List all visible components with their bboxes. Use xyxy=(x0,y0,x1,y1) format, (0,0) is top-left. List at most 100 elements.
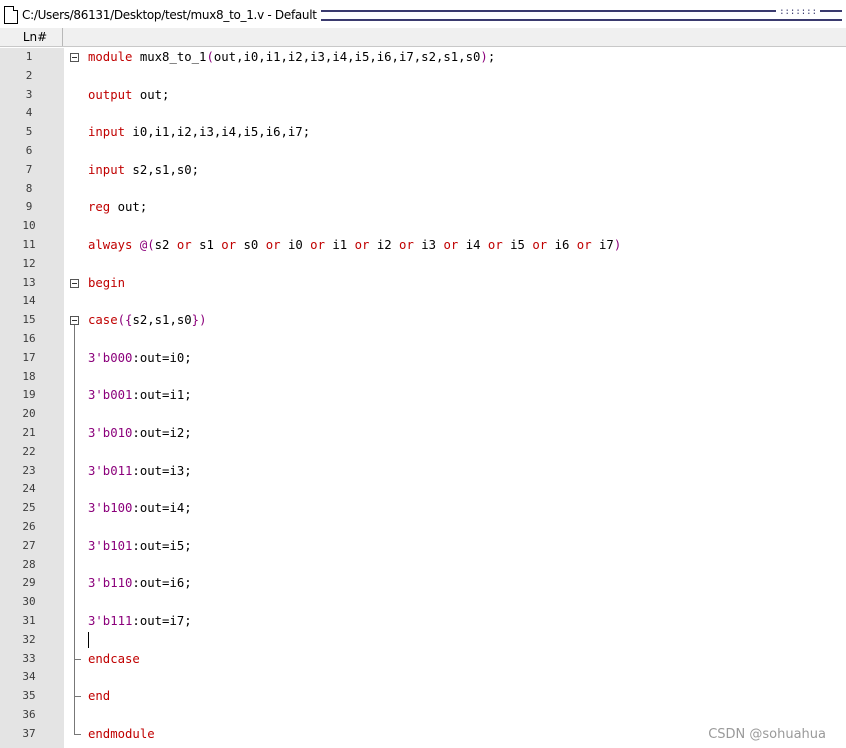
fold-end-marker xyxy=(74,733,81,735)
code-token: or xyxy=(265,238,281,252)
code-line[interactable]: 25 3'b100:out=i4; xyxy=(0,499,846,518)
code-line[interactable]: 20 xyxy=(0,405,846,424)
code-text[interactable]: output out; xyxy=(88,86,169,105)
code-line[interactable]: 30 xyxy=(0,593,846,612)
code-line[interactable]: 10 xyxy=(0,217,846,236)
code-token: i0,i1,i2,i3,i4,i5,i6,i7; xyxy=(125,125,311,140)
code-line[interactable]: 9 reg out; xyxy=(0,198,846,217)
code-token: or xyxy=(532,238,548,252)
line-number: 35 xyxy=(22,689,36,703)
code-token: input xyxy=(88,162,126,177)
code-text[interactable]: 3'b011:out=i3; xyxy=(88,462,192,481)
code-text[interactable]: endcase xyxy=(88,650,140,669)
code-token: :out=i5; xyxy=(132,538,192,553)
code-line[interactable]: 35 end xyxy=(0,687,846,706)
code-token: ; xyxy=(487,50,496,64)
line-number: 37 xyxy=(22,726,36,740)
code-line[interactable]: 6 xyxy=(0,142,846,161)
code-text[interactable]: end xyxy=(88,687,110,706)
code-text[interactable]: module mux8_to_1(out,i0,i1,i2,i3,i4,i5,i… xyxy=(88,48,495,67)
line-number: 32 xyxy=(22,632,36,646)
code-line[interactable]: 12 xyxy=(0,255,846,274)
line-number: 29 xyxy=(22,576,36,590)
code-line[interactable]: 1 module mux8_to_1(out,i0,i1,i2,i3,i4,i5,… xyxy=(0,48,846,67)
code-token: s1 xyxy=(191,238,222,252)
code-text[interactable]: case({s2,s1,s0}) xyxy=(88,311,206,330)
line-number: 16 xyxy=(22,332,36,345)
code-line[interactable]: 2 xyxy=(0,67,846,86)
code-line[interactable]: 8 xyxy=(0,180,846,199)
code-line[interactable]: 17 3'b000:out=i0; xyxy=(0,349,846,368)
fold-toggle-icon[interactable] xyxy=(70,53,79,62)
code-line[interactable]: 11 always @(s2 or s1 or s0 or i0 or i1 or… xyxy=(0,236,846,255)
code-line[interactable]: 32 xyxy=(0,631,846,650)
code-line[interactable]: 7 input s2,s1,s0; xyxy=(0,161,846,180)
code-line[interactable]: 31 3'b111:out=i7; xyxy=(0,612,846,631)
code-line[interactable]: 19 3'b001:out=i1; xyxy=(0,386,846,405)
line-number: 36 xyxy=(22,708,36,721)
code-text[interactable]: 3'b101:out=i5; xyxy=(88,537,192,556)
code-line[interactable]: 26 xyxy=(0,518,846,537)
code-token: or xyxy=(487,238,503,252)
code-line[interactable]: 22 xyxy=(0,443,846,462)
code-text[interactable]: 3'b110:out=i6; xyxy=(88,574,192,593)
document-icon xyxy=(4,6,18,24)
code-token: ({ xyxy=(117,313,133,328)
code-token: s2 xyxy=(154,238,177,252)
code-line[interactable]: 21 3'b010:out=i2; xyxy=(0,424,846,443)
code-line[interactable]: 34 xyxy=(0,668,846,687)
code-token: out,i0,i1,i2,i3,i4,i5,i6,i7,s2,s1,s0 xyxy=(213,50,481,64)
window-grip[interactable]: ::::::: xyxy=(776,6,820,18)
code-text[interactable]: reg out; xyxy=(88,198,147,217)
code-text[interactable]: 3'b010:out=i2; xyxy=(88,424,192,443)
line-number: 17 xyxy=(22,350,36,364)
code-token: or xyxy=(399,238,414,252)
code-line[interactable]: 28 xyxy=(0,556,846,575)
code-line[interactable]: 36 xyxy=(0,706,846,725)
code-text[interactable]: 3'b000:out=i0; xyxy=(88,349,192,368)
code-text[interactable]: always @(s2 or s1 or s0 or i0 or i1 or i… xyxy=(88,236,621,255)
code-line[interactable]: 23 3'b011:out=i3; xyxy=(0,462,846,481)
code-token: or xyxy=(221,238,237,252)
code-line[interactable]: 13 begin xyxy=(0,274,846,293)
code-text[interactable]: endmodule xyxy=(88,725,155,744)
code-token: output xyxy=(88,87,133,102)
line-number: 13 xyxy=(22,275,36,289)
code-line[interactable]: 24 xyxy=(0,480,846,499)
code-line[interactable]: 33 endcase xyxy=(0,650,846,669)
code-token: endmodule xyxy=(88,726,155,741)
watermark: CSDN @sohuahua xyxy=(708,727,826,742)
code-line[interactable]: 27 3'b101:out=i5; xyxy=(0,537,846,556)
code-line[interactable]: 15 case({s2,s1,s0}) xyxy=(0,311,846,330)
code-line[interactable]: 3 output out; xyxy=(0,86,846,105)
line-number: 33 xyxy=(22,651,36,665)
code-token: or xyxy=(310,238,325,252)
code-token: or xyxy=(176,238,192,252)
code-token: module xyxy=(88,50,133,64)
code-line[interactable]: 29 3'b110:out=i6; xyxy=(0,574,846,593)
code-text[interactable]: input s2,s1,s0; xyxy=(88,161,199,180)
column-header: Ln# xyxy=(0,28,846,47)
code-line[interactable]: 16 xyxy=(0,330,846,349)
code-token: :out=i2; xyxy=(132,426,192,440)
code-token: i4 xyxy=(458,238,488,252)
code-token: out; xyxy=(132,87,170,102)
code-line[interactable]: 4 xyxy=(0,104,846,123)
line-number: 27 xyxy=(22,538,36,552)
code-text[interactable]: 3'b111:out=i7; xyxy=(88,612,192,631)
code-line[interactable]: 18 xyxy=(0,368,846,387)
code-text[interactable]: begin xyxy=(88,274,125,293)
fold-toggle-icon[interactable] xyxy=(70,316,79,326)
code-line[interactable]: 5 input i0,i1,i2,i3,i4,i5,i6,i7; xyxy=(0,123,846,142)
code-text[interactable]: input i0,i1,i2,i3,i4,i5,i6,i7; xyxy=(88,123,310,142)
code-token: begin xyxy=(88,275,126,290)
fold-toggle-icon[interactable] xyxy=(70,278,79,288)
code-token: s2,s1,s0; xyxy=(125,162,200,177)
code-text[interactable]: 3'b001:out=i1; xyxy=(88,386,192,405)
code-text[interactable]: 3'b100:out=i4; xyxy=(88,499,192,518)
code-line[interactable]: 14 xyxy=(0,292,846,311)
text-caret xyxy=(88,631,89,648)
code-token: 3'b100 xyxy=(88,501,133,516)
line-number-header[interactable]: Ln# xyxy=(8,28,63,46)
